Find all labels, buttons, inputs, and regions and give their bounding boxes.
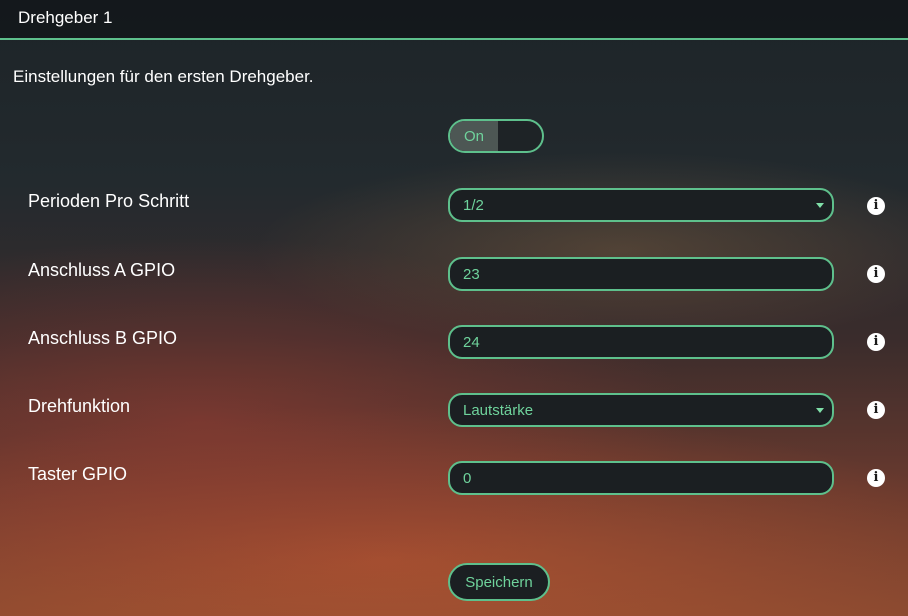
info-icon[interactable]: i <box>867 197 885 215</box>
info-icon[interactable]: i <box>867 333 885 351</box>
button-gpio-input[interactable]: 0 <box>448 461 834 495</box>
page-title: Drehgeber 1 <box>18 8 113 27</box>
chevron-down-icon <box>816 408 824 413</box>
chevron-down-icon <box>816 203 824 208</box>
rotary-function-value: Lautstärke <box>463 401 534 419</box>
info-icon[interactable]: i <box>867 469 885 487</box>
pin-b-gpio-label: Anschluss B GPIO <box>28 328 178 348</box>
periods-per-step-value: 1/2 <box>463 196 484 214</box>
settings-description: Einstellungen für den ersten Drehgeber. <box>13 67 314 86</box>
title-bar: Drehgeber 1 <box>0 0 908 40</box>
pin-b-gpio-input[interactable]: 24 <box>448 325 834 359</box>
save-button[interactable]: Speichern <box>448 563 550 601</box>
info-icon[interactable]: i <box>867 401 885 419</box>
pin-a-gpio-input[interactable]: 23 <box>448 257 834 291</box>
periods-per-step-label: Perioden Pro Schritt <box>28 191 190 211</box>
rotary-function-label: Drehfunktion <box>28 396 131 416</box>
button-gpio-label: Taster GPIO <box>28 464 128 484</box>
rotary-function-select[interactable]: Lautstärke <box>448 393 834 427</box>
button-gpio-value: 0 <box>463 469 472 487</box>
pin-b-gpio-value: 24 <box>463 333 480 351</box>
enable-toggle[interactable]: On <box>448 119 544 153</box>
info-icon[interactable]: i <box>867 265 885 283</box>
pin-a-gpio-value: 23 <box>463 265 480 283</box>
toggle-on-label: On <box>450 121 498 151</box>
pin-a-gpio-label: Anschluss A GPIO <box>28 260 176 280</box>
periods-per-step-select[interactable]: 1/2 <box>448 188 834 222</box>
